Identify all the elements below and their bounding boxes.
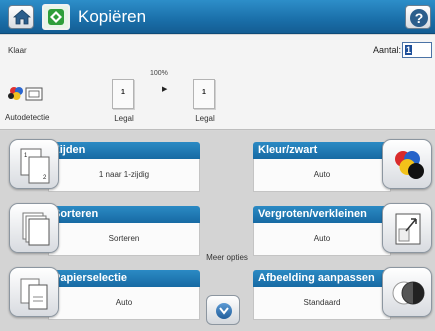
- tile-kleur-value: Auto: [253, 159, 391, 192]
- more-options-button[interactable]: [206, 295, 240, 325]
- scale-text: 100%: [150, 70, 168, 77]
- autodetect-icon: [8, 87, 43, 101]
- copies-input[interactable]: 1: [402, 42, 432, 58]
- tile-sorteren-title: Sorteren: [48, 206, 200, 223]
- tile-papierselectie-title: Papierselectie: [48, 270, 200, 287]
- tile-kleur-title: Kleur/zwart: [253, 142, 391, 159]
- tile-afbeelding-value: Standaard: [253, 287, 391, 320]
- home-button[interactable]: [8, 5, 34, 29]
- collate-icon[interactable]: [9, 203, 59, 253]
- page-title: Kopiëren: [78, 7, 147, 26]
- tile-vergroten-title: Vergroten/verkleinen: [253, 206, 391, 223]
- status-panel: Klaar Aantal: 1 Autodetectie 100% 1 ▶ 1 …: [0, 35, 435, 130]
- help-button[interactable]: ?: [405, 5, 431, 29]
- input-page-preview: 1: [112, 79, 134, 109]
- paper-selection-icon[interactable]: [9, 267, 59, 317]
- arrow-right-icon: ▶: [162, 86, 168, 93]
- copy-app-icon: [42, 4, 70, 30]
- copies-label: Aantal:: [373, 45, 402, 55]
- copies-value: 1: [405, 45, 412, 55]
- svg-text:?: ?: [415, 10, 424, 26]
- color-icon[interactable]: [382, 139, 432, 189]
- title-bar: Kopiëren ?: [0, 0, 435, 34]
- options-grid: Zijden 1 naar 1-zijdig 1 2 Sorteren Sort…: [0, 131, 435, 331]
- resize-icon[interactable]: [382, 203, 432, 253]
- chevron-down-icon: [216, 303, 232, 319]
- sides-icon[interactable]: 1 2: [9, 139, 59, 189]
- more-options-label: Meer opties: [206, 253, 248, 262]
- tile-papierselectie-value: Auto: [48, 287, 200, 320]
- help-icon: ?: [410, 9, 428, 27]
- output-page-preview: 1: [193, 79, 215, 109]
- output-size-label: Legal: [195, 114, 215, 123]
- tile-vergroten-value: Auto: [253, 223, 391, 256]
- status-text: Klaar: [8, 46, 27, 55]
- input-size-label: Legal: [114, 114, 134, 123]
- tile-afbeelding-title: Afbeelding aanpassen: [253, 270, 391, 287]
- autodetect-label: Autodetectie: [5, 113, 50, 122]
- home-icon: [13, 9, 31, 25]
- tile-sorteren-value: Sorteren: [48, 223, 200, 256]
- tile-zijden-value: 1 naar 1-zijdig: [48, 159, 200, 192]
- tile-zijden-title: Zijden: [48, 142, 200, 159]
- image-adjust-icon[interactable]: [382, 267, 432, 317]
